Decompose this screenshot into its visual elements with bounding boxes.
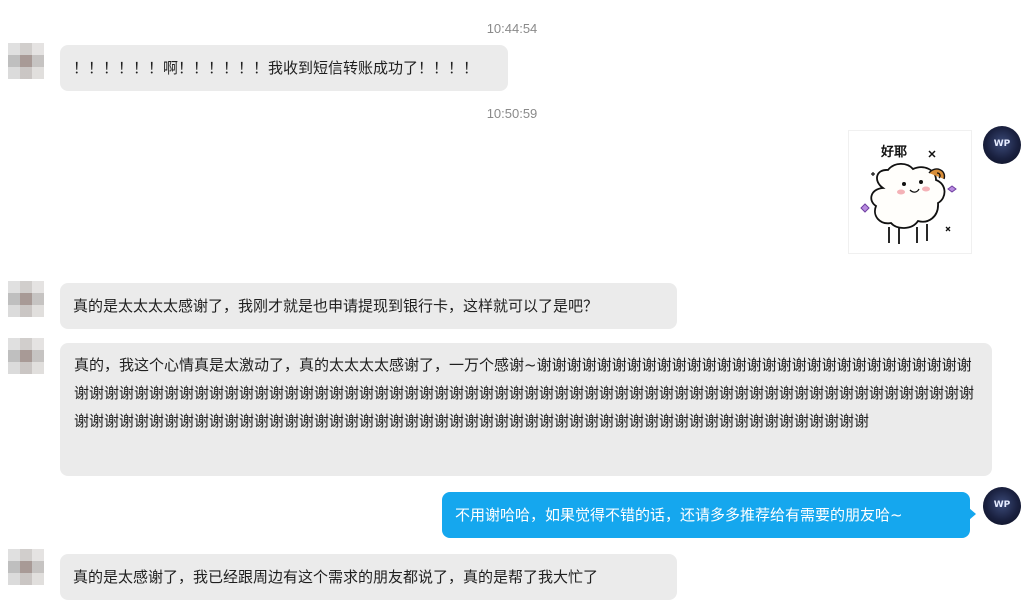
contact-avatar[interactable] [8, 281, 44, 317]
sticker-message[interactable]: 好耶 [848, 130, 972, 254]
avatar-blur [20, 55, 32, 67]
message-bubble: 真的，我这个心情真是太激动了，真的太太太太感谢了，一万个感谢~谢谢谢谢谢谢谢谢谢… [60, 343, 992, 476]
brand-logo-icon: WP [993, 139, 1011, 149]
message-bubble: 真的是太太太太感谢了，我刚才就是也申请提现到银行卡，这样就可以了是吧？ [60, 283, 677, 329]
contact-avatar[interactable] [8, 338, 44, 374]
my-avatar[interactable]: WP [983, 487, 1021, 525]
sheep-sticker-icon: 好耶 [860, 144, 957, 244]
my-avatar[interactable]: WP [983, 126, 1021, 164]
contact-avatar[interactable] [8, 549, 44, 585]
avatar-blur [20, 561, 32, 573]
contact-avatar[interactable] [8, 43, 44, 79]
sticker-text: 好耶 [880, 144, 907, 160]
avatar-blur [20, 293, 32, 305]
brand-logo-icon: WP [993, 500, 1011, 510]
message-bubble: 不用谢哈哈，如果觉得不错的话，还请多多推荐给有需要的朋友哈~ [442, 492, 976, 538]
message-bubble: ！！！！！！啊！！！！！！我收到短信转账成功了！！！！ [60, 45, 508, 91]
timestamp: 10:50:59 [486, 106, 538, 121]
timestamp: 10:44:54 [486, 21, 538, 36]
avatar-blur [20, 350, 32, 362]
message-bubble: 真的是太感谢了，我已经跟周边有这个需求的朋友都说了，真的是帮了我大忙了 [60, 554, 677, 600]
